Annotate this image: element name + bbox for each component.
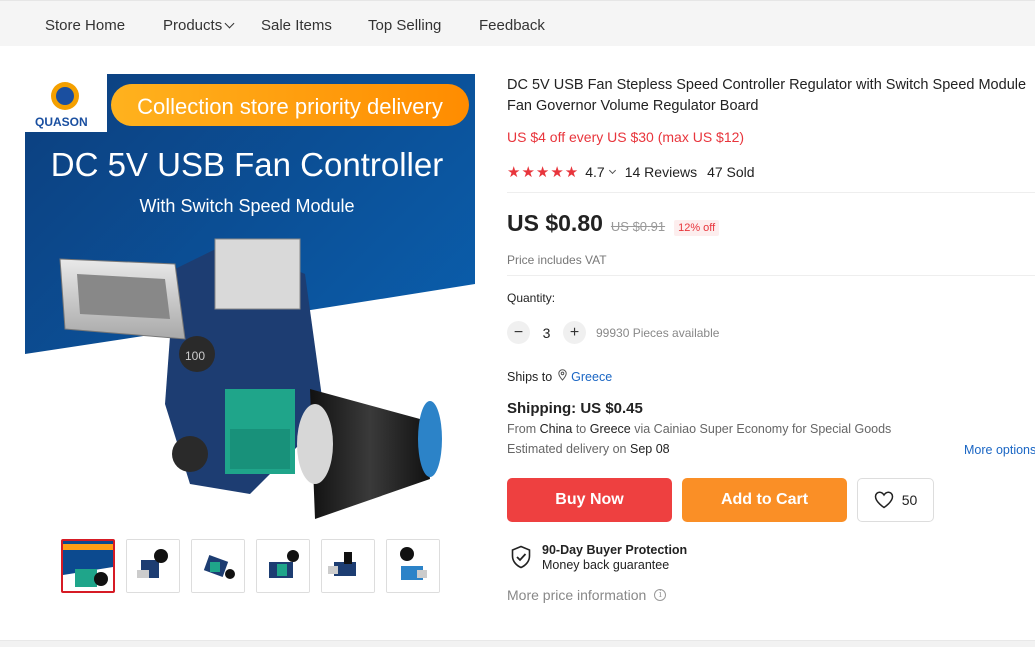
thumbnail-3[interactable]: [191, 539, 245, 593]
nav-products[interactable]: Products: [163, 17, 235, 34]
thumbnail-6[interactable]: [386, 539, 440, 593]
ships-to-row: Ships to Greece: [507, 369, 612, 384]
more-price-info[interactable]: More price information i: [507, 587, 667, 603]
heart-icon: [874, 491, 893, 509]
sold-count: 47 Sold: [707, 164, 755, 180]
info-icon: i: [654, 589, 667, 601]
vat-note: Price includes VAT: [507, 253, 607, 267]
nav-sale-items[interactable]: Sale Items: [261, 17, 332, 34]
original-price: US $0.91: [610, 219, 666, 234]
thumbnail-5[interactable]: [321, 539, 375, 593]
shield-check-icon: [511, 545, 531, 569]
rating-row: ★★★★★ 4.7 14 Reviews 47 Sold: [507, 163, 755, 181]
star-rating-icon: ★★★★★: [507, 164, 580, 181]
delivery-prefix: Estimated delivery on: [507, 442, 627, 456]
quantity-value[interactable]: 3: [530, 325, 563, 341]
thumbnail-2[interactable]: [126, 539, 180, 593]
ships-to-label: Ships to: [507, 369, 553, 384]
current-price: US $0.80: [507, 210, 603, 236]
shipping-route: From China to Greece via Cainiao Super E…: [507, 422, 891, 436]
more-shipping-options-link[interactable]: More options: [964, 443, 1035, 457]
product-title: DC 5V USB Fan Stepless Speed Controller …: [507, 77, 1027, 114]
ship-from-prefix: From: [507, 422, 537, 436]
quantity-increase-button[interactable]: +: [563, 321, 586, 344]
nav-top-selling[interactable]: Top Selling: [368, 17, 441, 34]
protection-title: 90-Day Buyer Protection: [542, 543, 688, 557]
banner-headline: DC 5V USB Fan Controller: [51, 146, 443, 183]
quantity-decrease-button[interactable]: −: [507, 321, 530, 344]
store-nav: Store Home Products Sale Items Top Selli…: [0, 0, 1035, 46]
delivery-date: Sep 08: [630, 442, 670, 456]
protection-subtitle: Money back guarantee: [542, 558, 670, 572]
nav-feedback[interactable]: Feedback: [479, 17, 545, 34]
location-pin-icon: [558, 369, 567, 384]
ship-to-country: Greece: [589, 422, 631, 436]
ship-from-country: China: [539, 422, 573, 436]
main-product-image[interactable]: QUASON Collection store priority deliver…: [25, 74, 475, 524]
more-price-info-label: More price information: [507, 587, 647, 603]
banner-subhead: With Switch Speed Module: [139, 196, 354, 216]
nav-products-label: Products: [163, 17, 223, 34]
image-thumbnails: [61, 539, 440, 593]
reviews-link[interactable]: 14 Reviews: [625, 164, 697, 180]
ship-country-selector[interactable]: Greece: [571, 370, 612, 384]
shipping-carrier: via Cainiao Super Economy for Special Go…: [634, 422, 892, 436]
divider: [507, 275, 1035, 276]
banner-ribbon: Collection store priority delivery: [137, 94, 443, 119]
thumbnail-1[interactable]: [61, 539, 115, 593]
price-row: US $0.80 US $0.91 12% off: [507, 210, 720, 237]
bottom-divider: [0, 640, 1035, 647]
stock-available: 99930 Pieces available: [596, 325, 720, 340]
wishlist-button[interactable]: 50: [857, 478, 934, 522]
quantity-label: Quantity:: [507, 291, 556, 305]
discount-badge: 12% off: [674, 220, 720, 236]
add-to-cart-button[interactable]: Add to Cart: [682, 478, 847, 522]
brand-logo-text: QUASON: [35, 115, 88, 129]
estimated-delivery: Estimated delivery on Sep 08: [507, 442, 670, 456]
quantity-stepper: − 3 + 99930 Pieces available: [507, 321, 719, 344]
store-coupon-promo[interactable]: US $4 off every US $30 (max US $12): [507, 129, 744, 145]
divider: [507, 192, 1035, 193]
buy-now-button[interactable]: Buy Now: [507, 478, 672, 522]
inductor-label: 100: [185, 349, 205, 363]
buyer-protection: 90-Day Buyer Protection Money back guara…: [510, 543, 687, 573]
ship-to-prefix: to: [575, 422, 587, 436]
chevron-down-icon: [608, 166, 616, 174]
nav-store-home[interactable]: Store Home: [45, 17, 125, 34]
rating-value[interactable]: 4.7: [585, 164, 604, 180]
thumbnail-4[interactable]: [256, 539, 310, 593]
shipping-cost: Shipping: US $0.45: [507, 400, 643, 417]
chevron-down-icon: [224, 18, 235, 29]
wishlist-count: 50: [901, 492, 918, 508]
